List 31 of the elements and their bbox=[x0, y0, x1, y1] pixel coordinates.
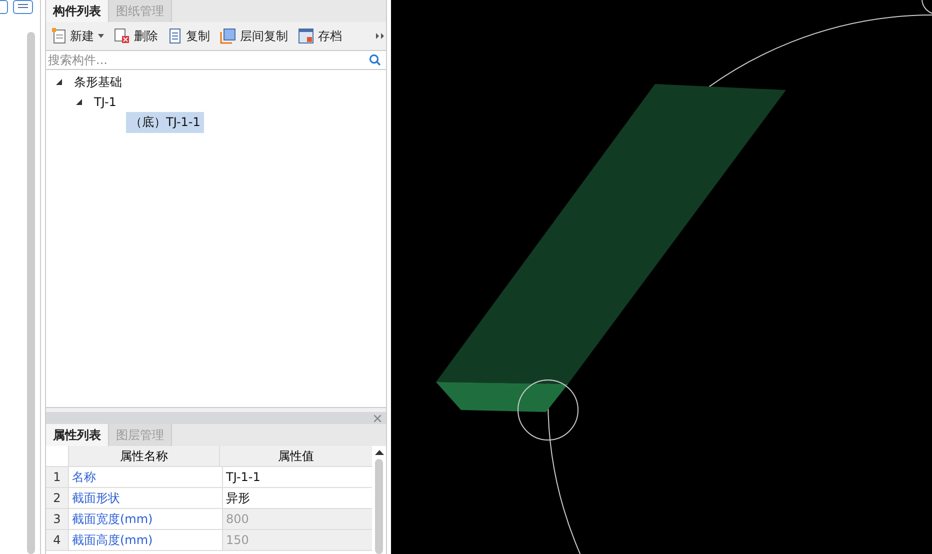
search-icon[interactable] bbox=[369, 54, 381, 66]
close-icon[interactable] bbox=[374, 414, 381, 422]
delete-document-icon bbox=[114, 28, 130, 44]
tab[interactable]: 构件列表 bbox=[46, 0, 109, 22]
column-header: 属性名称 bbox=[68, 446, 219, 466]
tree-item[interactable]: （底）TJ-1-1 bbox=[126, 112, 204, 132]
layers-icon bbox=[220, 28, 236, 44]
delete-button[interactable]: 删除 bbox=[110, 26, 162, 46]
tab[interactable]: 属性列表 bbox=[46, 424, 109, 446]
row-number: 3 bbox=[46, 509, 68, 529]
column-header: 属性值 bbox=[219, 446, 372, 466]
scroll-up-icon[interactable] bbox=[374, 450, 384, 455]
scrollbar[interactable] bbox=[27, 32, 35, 554]
document-icon bbox=[168, 28, 182, 44]
collapse-icon[interactable] bbox=[76, 99, 82, 105]
tree-item[interactable]: 条形基础 bbox=[70, 72, 126, 92]
row-number: 4 bbox=[46, 530, 68, 550]
list-icon[interactable] bbox=[13, 0, 33, 14]
tree-item[interactable]: TJ-1 bbox=[90, 93, 120, 111]
search-field[interactable]: 搜索构件... bbox=[46, 51, 386, 70]
row-number: 1 bbox=[46, 467, 68, 487]
copy-button[interactable]: 复制 bbox=[164, 26, 214, 46]
floor-copy-button[interactable]: 层间复制 bbox=[216, 26, 292, 46]
save-button[interactable]: 存档 bbox=[294, 26, 346, 46]
new-button[interactable]: 新建 bbox=[48, 26, 108, 46]
save-icon bbox=[298, 28, 314, 44]
more-icon[interactable] bbox=[376, 33, 384, 39]
collapse-icon[interactable] bbox=[56, 79, 62, 85]
row-number: 2 bbox=[46, 488, 68, 508]
new-document-icon bbox=[52, 28, 66, 44]
search-input[interactable]: 搜索构件... bbox=[46, 53, 369, 67]
